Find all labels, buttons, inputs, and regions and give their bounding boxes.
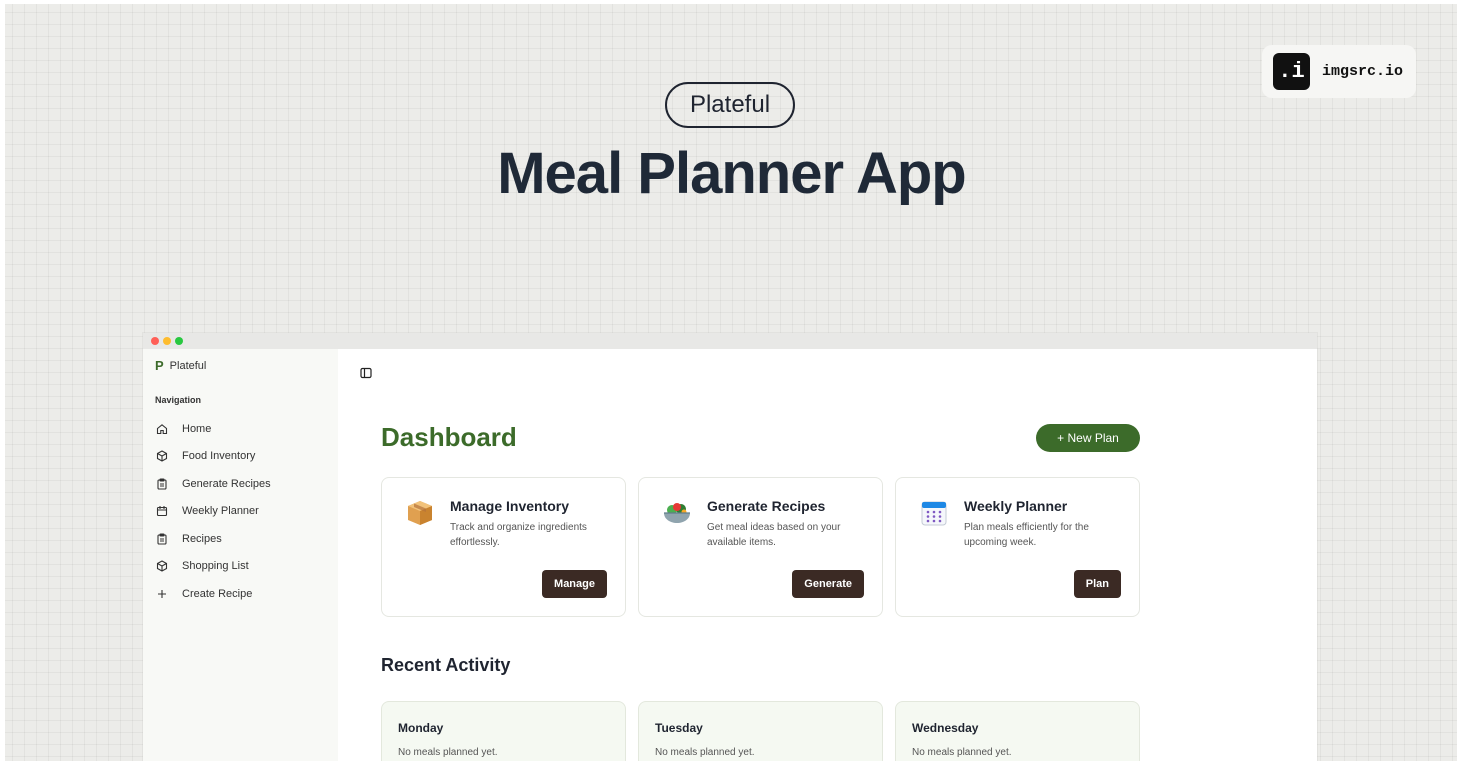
- imgsrc-text: imgsrc.io: [1322, 63, 1404, 80]
- clipboard-icon: [155, 532, 169, 546]
- sidebar-item-label: Weekly Planner: [182, 505, 259, 518]
- sidebar-toggle-icon[interactable]: [360, 366, 374, 380]
- card-generate-recipes: Generate Recipes Get meal ideas based on…: [638, 477, 883, 617]
- plan-button[interactable]: Plan: [1073, 570, 1121, 598]
- day-status: No meals planned yet.: [655, 747, 755, 758]
- sidebar-item-food-inventory[interactable]: Food Inventory: [155, 443, 330, 471]
- day-name: Monday: [398, 721, 444, 735]
- frame-edge-top: [0, 0, 1463, 4]
- home-icon: [155, 422, 169, 436]
- brand-logo-icon: P: [155, 358, 164, 373]
- frame-edge-right: [1457, 0, 1463, 761]
- sidebar: P Plateful Navigation Home Food Inventor…: [143, 349, 338, 761]
- day-name: Tuesday: [655, 721, 703, 735]
- card-title: Generate Recipes: [707, 498, 826, 514]
- sidebar-item-label: Create Recipe: [182, 587, 253, 600]
- manage-button[interactable]: Manage: [542, 570, 607, 598]
- minimize-window-dot[interactable]: [163, 337, 171, 345]
- sidebar-item-create-recipe[interactable]: Create Recipe: [155, 580, 330, 608]
- hero-title: Meal Planner App: [497, 141, 967, 206]
- brand-pill: Plateful: [665, 82, 795, 128]
- sidebar-item-recipes[interactable]: Recipes: [155, 525, 330, 553]
- sidebar-item-home[interactable]: Home: [155, 415, 330, 443]
- card-title: Manage Inventory: [450, 498, 570, 514]
- sidebar-item-label: Generate Recipes: [182, 477, 271, 490]
- page-title: Dashboard: [381, 422, 517, 452]
- clipboard-icon: [155, 477, 169, 491]
- frame-edge-left: [0, 0, 5, 761]
- card-description: Plan meals efficiently for the upcoming …: [964, 522, 1089, 548]
- card-manage-inventory: Manage Inventory Track and organize ingr…: [381, 477, 626, 617]
- plus-icon: [155, 587, 169, 601]
- day-card-monday[interactable]: Monday No meals planned yet.: [381, 701, 626, 761]
- maximize-window-dot[interactable]: [175, 337, 183, 345]
- recent-activity-title: Recent Activity: [381, 655, 511, 675]
- sidebar-item-shopping-list[interactable]: Shopping List: [155, 553, 330, 581]
- day-name: Wednesday: [912, 721, 979, 735]
- generate-button[interactable]: Generate: [792, 570, 864, 598]
- sidebar-item-generate-recipes[interactable]: Generate Recipes: [155, 470, 330, 498]
- package-icon: [404, 497, 436, 529]
- main-content: Dashboard + New Plan Manage Inventory Tr…: [338, 349, 1317, 761]
- app-window: P Plateful Navigation Home Food Inventor…: [143, 333, 1317, 761]
- sidebar-item-label: Shopping List: [182, 560, 249, 573]
- sidebar-item-label: Recipes: [182, 532, 222, 545]
- day-card-tuesday[interactable]: Tuesday No meals planned yet.: [638, 701, 883, 761]
- brand-name: Plateful: [169, 359, 207, 372]
- imgsrc-badge[interactable]: .i imgsrc.io: [1262, 45, 1416, 98]
- day-card-wednesday[interactable]: Wednesday No meals planned yet.: [895, 701, 1140, 761]
- sidebar-section-label: Navigation: [155, 395, 202, 405]
- sidebar-item-label: Food Inventory: [182, 450, 256, 463]
- close-window-dot[interactable]: [151, 337, 159, 345]
- imgsrc-logo-icon: .i: [1273, 53, 1310, 90]
- card-title: Weekly Planner: [964, 498, 1068, 514]
- box-icon: [155, 559, 169, 573]
- card-description: Get meal ideas based on your available i…: [707, 522, 841, 548]
- salad-icon: [661, 497, 693, 529]
- sidebar-brand[interactable]: P Plateful: [155, 358, 206, 373]
- day-status: No meals planned yet.: [398, 747, 498, 758]
- window-titlebar: [143, 333, 1317, 349]
- sidebar-item-weekly-planner[interactable]: Weekly Planner: [155, 498, 330, 526]
- sidebar-item-label: Home: [182, 422, 212, 435]
- calendar-icon: [155, 504, 169, 518]
- card-description: Track and organize ingredients effortles…: [450, 522, 587, 548]
- new-plan-button[interactable]: + New Plan: [1036, 424, 1140, 452]
- day-status: No meals planned yet.: [912, 747, 1012, 758]
- calendar-icon: [918, 497, 950, 529]
- sidebar-nav: Home Food Inventory Generate Recipes Wee…: [155, 415, 330, 608]
- box-icon: [155, 449, 169, 463]
- card-weekly-planner: Weekly Planner Plan meals efficiently fo…: [895, 477, 1140, 617]
